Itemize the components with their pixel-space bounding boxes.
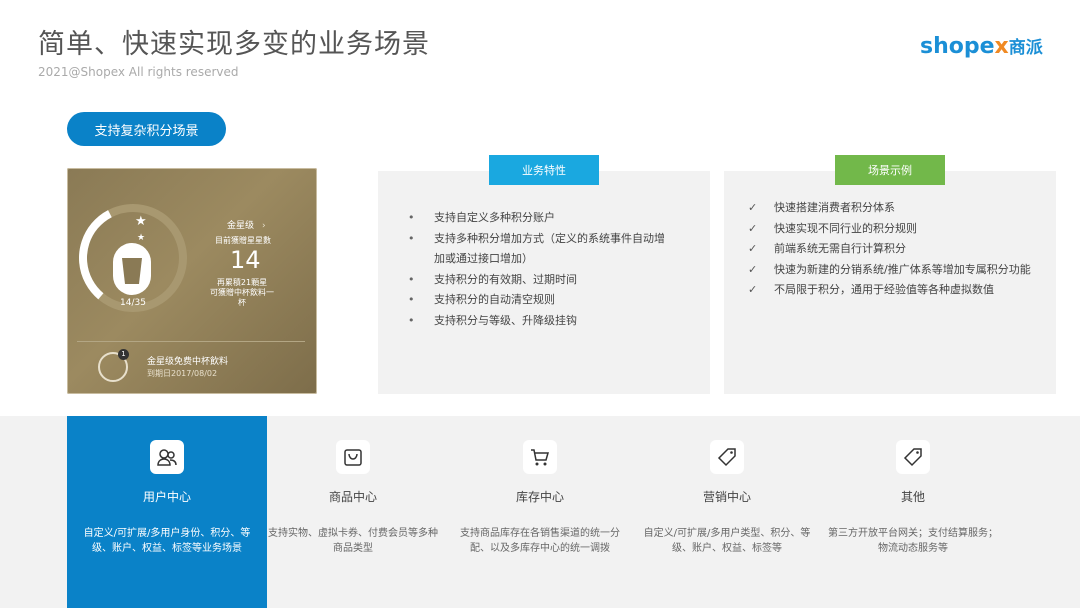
coupon-title: 金星级免费中杯飲料 [147, 357, 229, 367]
shopex-logo: shopex商派 [920, 34, 1043, 59]
stars-progress: 14/35 [120, 298, 146, 308]
module-desc: 自定义/可扩展/多用户身份、积分、等级、账户、权益、标签等业务场景 [83, 528, 251, 554]
bag-icon [336, 440, 370, 474]
coupon-count-badge: 1 [118, 349, 129, 360]
module-name: 用户中心 [142, 490, 191, 504]
module-name: 商品中心 [328, 490, 377, 504]
module-desc: 支持实物、虚拟卡券、付费会员等多种商品类型 [268, 528, 438, 554]
features-list: 支持自定义多种积分账户 支持多种积分增加方式（定义的系统事件自动增加或通过接口增… [408, 208, 674, 331]
features-heading: 业务特性 [489, 155, 599, 185]
stars-needed: 再累積21顆星 可獲贈中杯飲料一杯 [210, 278, 274, 307]
list-item: 支持积分与等级、升降级挂钩 [408, 311, 674, 332]
list-item: 快速实现不同行业的积分规则 [748, 219, 1054, 240]
users-icon [150, 440, 184, 474]
module-others: 其他 第三方开放平台网关；支付结算服务；物流动态服务等 [813, 416, 1013, 608]
module-product-center: 商品中心 支持实物、虚拟卡券、付费会员等多种商品类型 [253, 416, 453, 608]
chevron-right-icon: › [262, 221, 266, 231]
tag-icon [710, 440, 744, 474]
complex-points-pill: 支持复杂积分场景 [67, 112, 226, 146]
page-title: 简单、快速实现多变的业务场景 [38, 29, 430, 60]
module-marketing-center: 营销中心 自定义/可扩展/多用户类型、积分、等级、账户、权益、标签等 [627, 416, 827, 608]
tag-icon [896, 440, 930, 474]
membership-card-image: ★ ★ 14/35 金星级 › 目前獲贈星星數 14 再累積21顆星 可獲贈中杯飲料… [67, 168, 317, 394]
coupon-expiry: 到期日2017/08/02 [147, 369, 218, 378]
list-item: 快速搭建消费者积分体系 [748, 198, 1054, 219]
list-item: 快速为新建的分销系统/推广体系等增加专属积分功能 [748, 260, 1054, 281]
module-name: 库存中心 [515, 490, 564, 504]
module-name: 其他 [900, 490, 925, 504]
module-user-center: 用户中心 自定义/可扩展/多用户身份、积分、等级、账户、权益、标签等业务场景 [67, 416, 267, 608]
scenarios-heading: 场景示例 [835, 155, 945, 185]
list-item: 前端系统无需自行计算积分 [748, 239, 1054, 260]
module-name: 营销中心 [702, 490, 751, 504]
list-item: 支持多种积分增加方式（定义的系统事件自动增加或通过接口增加） [408, 229, 674, 270]
star-icon: ★ [137, 233, 146, 243]
list-item: 支持积分的有效期、过期时间 [408, 270, 674, 291]
cart-icon [523, 440, 557, 474]
scenarios-list: 快速搭建消费者积分体系 快速实现不同行业的积分规则 前端系统无需自行计算积分 快… [748, 198, 1054, 301]
list-item: 支持积分的自动清空规则 [408, 290, 674, 311]
module-desc: 自定义/可扩展/多用户类型、积分、等级、账户、权益、标签等 [643, 528, 811, 554]
module-desc: 支持商品库存在各销售渠道的统一分配、以及多库存中心的统一调拨 [460, 528, 620, 554]
current-stars-label: 目前獲贈星星數 [215, 236, 271, 245]
list-item: 支持自定义多种积分账户 [408, 208, 674, 229]
star-icon: ★ [135, 214, 147, 229]
current-stars: 14 [230, 246, 261, 274]
copyright-text: 2021@Shopex All rights reserved [38, 65, 239, 79]
member-level[interactable]: 金星级 › [227, 218, 266, 231]
module-inventory-center: 库存中心 支持商品库存在各销售渠道的统一分配、以及多库存中心的统一调拨 [440, 416, 640, 608]
card-divider [77, 341, 305, 342]
list-item: 不局限于积分，通用于经验值等各种虚拟数值 [748, 280, 1054, 301]
cup-shape [122, 258, 142, 284]
module-desc: 第三方开放平台网关；支付结算服务；物流动态服务等 [828, 528, 998, 554]
